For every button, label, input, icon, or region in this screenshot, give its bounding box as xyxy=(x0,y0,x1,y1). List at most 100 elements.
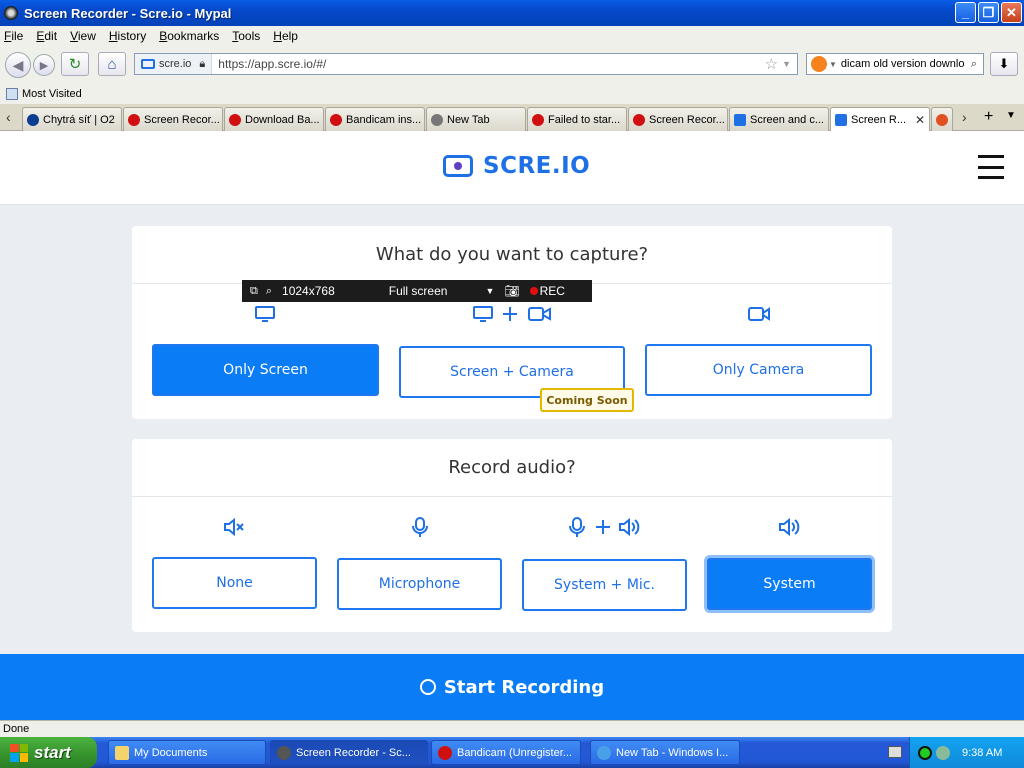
site-identity[interactable]: scre.io 🔒︎ xyxy=(135,54,213,74)
task-label: Screen Recorder - Sc... xyxy=(296,746,411,759)
task-internet-explorer[interactable]: New Tab - Windows I... xyxy=(590,740,740,765)
audio-system-button[interactable]: System xyxy=(707,558,872,610)
bandicam-icon xyxy=(438,745,452,760)
tab-favicon-icon xyxy=(431,113,443,126)
scre-io-logo[interactable]: SCRE.IO xyxy=(443,153,590,179)
overlay-mode-dropdown-icon[interactable]: ▼ xyxy=(485,286,494,296)
minimize-button[interactable]: _ xyxy=(955,2,976,23)
bookmark-star-icon[interactable]: ☆ xyxy=(765,55,778,73)
menu-bar: File Edit View History Bookmarks Tools H… xyxy=(0,26,1024,46)
tab-favicon-icon xyxy=(27,113,39,126)
microphone-icon xyxy=(410,516,430,538)
reload-icon[interactable]: ↻ xyxy=(61,52,89,76)
tab-close-icon[interactable]: ✕ xyxy=(915,113,925,127)
task-my-documents[interactable]: My Documents xyxy=(108,740,266,765)
tab-favicon-icon xyxy=(330,113,342,126)
audio-system-mic-button[interactable]: System + Mic. xyxy=(522,559,687,611)
tab-list-icon[interactable]: ▼ xyxy=(1006,110,1016,121)
tab-download-bandicam[interactable]: Download Ba... xyxy=(224,107,324,131)
speaker-icon xyxy=(778,516,802,538)
close-button[interactable]: ✕ xyxy=(1001,2,1022,23)
folder-icon xyxy=(115,745,129,760)
forward-icon[interactable]: ▶ xyxy=(33,54,55,76)
start-button[interactable]: start xyxy=(0,737,97,768)
tab-label: Chytrá síť | O2 xyxy=(43,113,115,126)
site-header: SCRE.IO xyxy=(0,131,1024,205)
window-mode-icon[interactable]: ⧉ xyxy=(250,285,258,298)
task-bandicam[interactable]: Bandicam (Unregister... xyxy=(431,740,581,765)
tab-scroll-right-icon[interactable]: › xyxy=(962,109,967,125)
overlay-rec-button[interactable]: REC xyxy=(540,284,565,298)
window-titlebar: Screen Recorder - Scre.io - Mypal _ ❐ ✕ xyxy=(0,0,1024,26)
search-bar[interactable]: ▼ dicam old version download ⌕ xyxy=(806,53,984,75)
hamburger-menu-icon[interactable] xyxy=(978,155,1004,179)
capture-title: What do you want to capture? xyxy=(132,226,892,284)
task-screen-recorder[interactable]: Screen Recorder - Sc... xyxy=(270,740,428,765)
zoom-icon[interactable]: ⌕ xyxy=(266,285,272,298)
window-title: Screen Recorder - Scre.io - Mypal xyxy=(24,5,232,21)
audio-none-button[interactable]: None xyxy=(152,557,317,609)
only-camera-button[interactable]: Only Camera xyxy=(645,344,872,396)
tab-failed-to-start[interactable]: Failed to star... xyxy=(527,107,627,131)
audio-title: Record audio? xyxy=(132,439,892,497)
restore-button[interactable]: ❐ xyxy=(978,2,999,23)
start-recording-button[interactable]: Start Recording xyxy=(0,654,1024,720)
new-tab-icon[interactable]: + xyxy=(984,108,993,126)
menu-edit[interactable]: Edit xyxy=(36,29,57,43)
menu-file[interactable]: File xyxy=(4,29,23,43)
tab-label: Screen Recor... xyxy=(144,113,220,126)
menu-history[interactable]: History xyxy=(109,29,146,43)
tab-screen-and-camera[interactable]: Screen and c... xyxy=(729,107,829,131)
tab-label: Failed to star... xyxy=(548,113,621,126)
tab-scroll-left-icon[interactable]: ‹ xyxy=(6,109,11,125)
bookmark-folder-icon xyxy=(6,88,18,100)
tab-favicon-icon xyxy=(128,113,140,126)
url-dropdown-icon[interactable]: ▼ xyxy=(782,59,791,69)
tab-new-tab[interactable]: New Tab xyxy=(426,107,526,131)
audio-microphone-button[interactable]: Microphone xyxy=(337,558,502,610)
tab-label: New Tab xyxy=(447,113,490,126)
home-icon[interactable]: ⌂ xyxy=(98,52,126,76)
start-label: start xyxy=(34,742,71,762)
search-engine-icon[interactable] xyxy=(811,56,827,72)
search-engine-dropdown-icon[interactable]: ▼ xyxy=(829,60,837,69)
back-icon[interactable]: ◀ xyxy=(5,52,31,78)
menu-help[interactable]: Help xyxy=(273,29,298,43)
tab-screen-recorder-active[interactable]: Screen R... ✕ xyxy=(830,107,930,131)
tab-label: Screen R... xyxy=(851,113,907,126)
most-visited-bookmark[interactable]: Most Visited xyxy=(22,88,82,100)
menu-tools[interactable]: Tools xyxy=(232,29,260,43)
tray-app-icon[interactable] xyxy=(918,745,932,760)
tab-label: Bandicam ins... xyxy=(346,113,422,126)
menu-view[interactable]: View xyxy=(70,29,96,43)
bandicam-recording-overlay: ⧉ ⌕ 1024x768 Full screen ▼ 📷︎ REC xyxy=(242,280,592,302)
task-label: New Tab - Windows I... xyxy=(616,746,729,759)
only-screen-button[interactable]: Only Screen xyxy=(152,344,379,396)
screenshot-camera-icon[interactable]: 📷︎ xyxy=(504,284,519,298)
tab-screen-recorder-1[interactable]: Screen Recor... xyxy=(123,107,223,131)
address-bar[interactable]: scre.io 🔒︎ https://app.scre.io/#/ ☆ ▼ xyxy=(134,53,798,75)
page-content: SCRE.IO What do you want to capture? Onl… xyxy=(0,131,1024,720)
tab-favicon-icon xyxy=(229,113,241,126)
search-input[interactable]: dicam old version download xyxy=(841,58,965,70)
tab-o2[interactable]: Chytrá síť | O2 xyxy=(22,107,122,131)
url-text[interactable]: https://app.scre.io/#/ xyxy=(212,57,764,71)
overlay-mode-select[interactable]: Full screen xyxy=(389,284,448,298)
tab-label: Screen and c... xyxy=(750,113,824,126)
microphone-plus-speaker-icon xyxy=(567,516,643,538)
network-icon[interactable] xyxy=(936,745,950,760)
tab-favicon-icon xyxy=(835,113,847,126)
logo-camera-icon xyxy=(443,155,473,177)
keyboard-icon[interactable] xyxy=(888,746,902,758)
task-label: Bandicam (Unregister... xyxy=(457,746,572,759)
site-label: scre.io xyxy=(159,58,192,70)
coming-soon-badge: Coming Soon xyxy=(540,388,634,412)
search-icon[interactable]: ⌕ xyxy=(965,58,983,71)
menu-bookmarks[interactable]: Bookmarks xyxy=(159,29,219,43)
record-dot-icon[interactable] xyxy=(529,287,538,295)
download-icon[interactable]: ⬇ xyxy=(990,52,1018,76)
tab-bandicam-install[interactable]: Bandicam ins... xyxy=(325,107,425,131)
monitor-icon xyxy=(254,305,276,323)
tab-partial[interactable]: S xyxy=(931,107,953,131)
tab-screen-recorder-2[interactable]: Screen Recor... xyxy=(628,107,728,131)
